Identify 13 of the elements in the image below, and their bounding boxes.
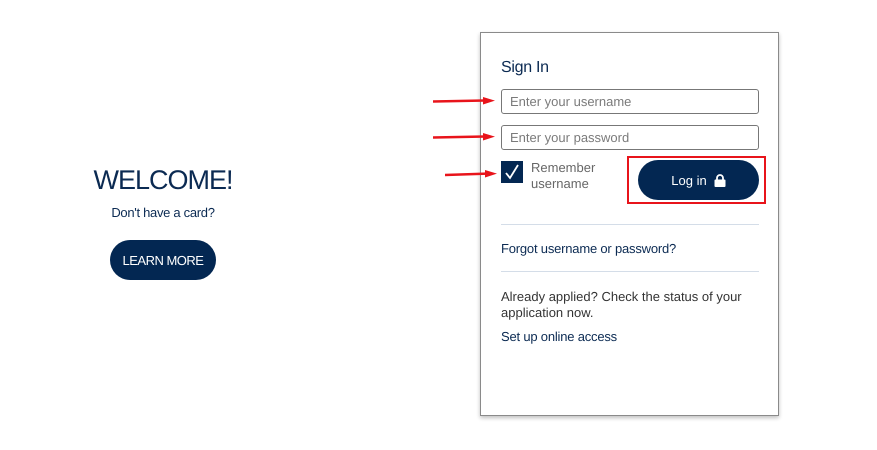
- forgot-link[interactable]: Forgot username or password?: [501, 241, 759, 256]
- status-text: Already applied? Check the status of your application now.: [501, 289, 743, 321]
- card-question: Don't have a card?: [111, 205, 215, 220]
- sign-in-title: Sign In: [501, 59, 550, 77]
- learn-more-button[interactable]: LEARN MORE: [110, 240, 216, 280]
- remember-label: Remember username: [531, 160, 596, 192]
- welcome-heading: WELCOME!: [93, 165, 232, 195]
- setup-link[interactable]: Set up online access: [501, 329, 759, 344]
- input-field[interactable]: Enter your password: [501, 125, 759, 150]
- input-field[interactable]: Enter your username: [501, 89, 759, 114]
- lock-icon: [714, 174, 726, 186]
- log-in-button[interactable]: Log in: [638, 160, 759, 200]
- checkbox[interactable]: [501, 161, 523, 183]
